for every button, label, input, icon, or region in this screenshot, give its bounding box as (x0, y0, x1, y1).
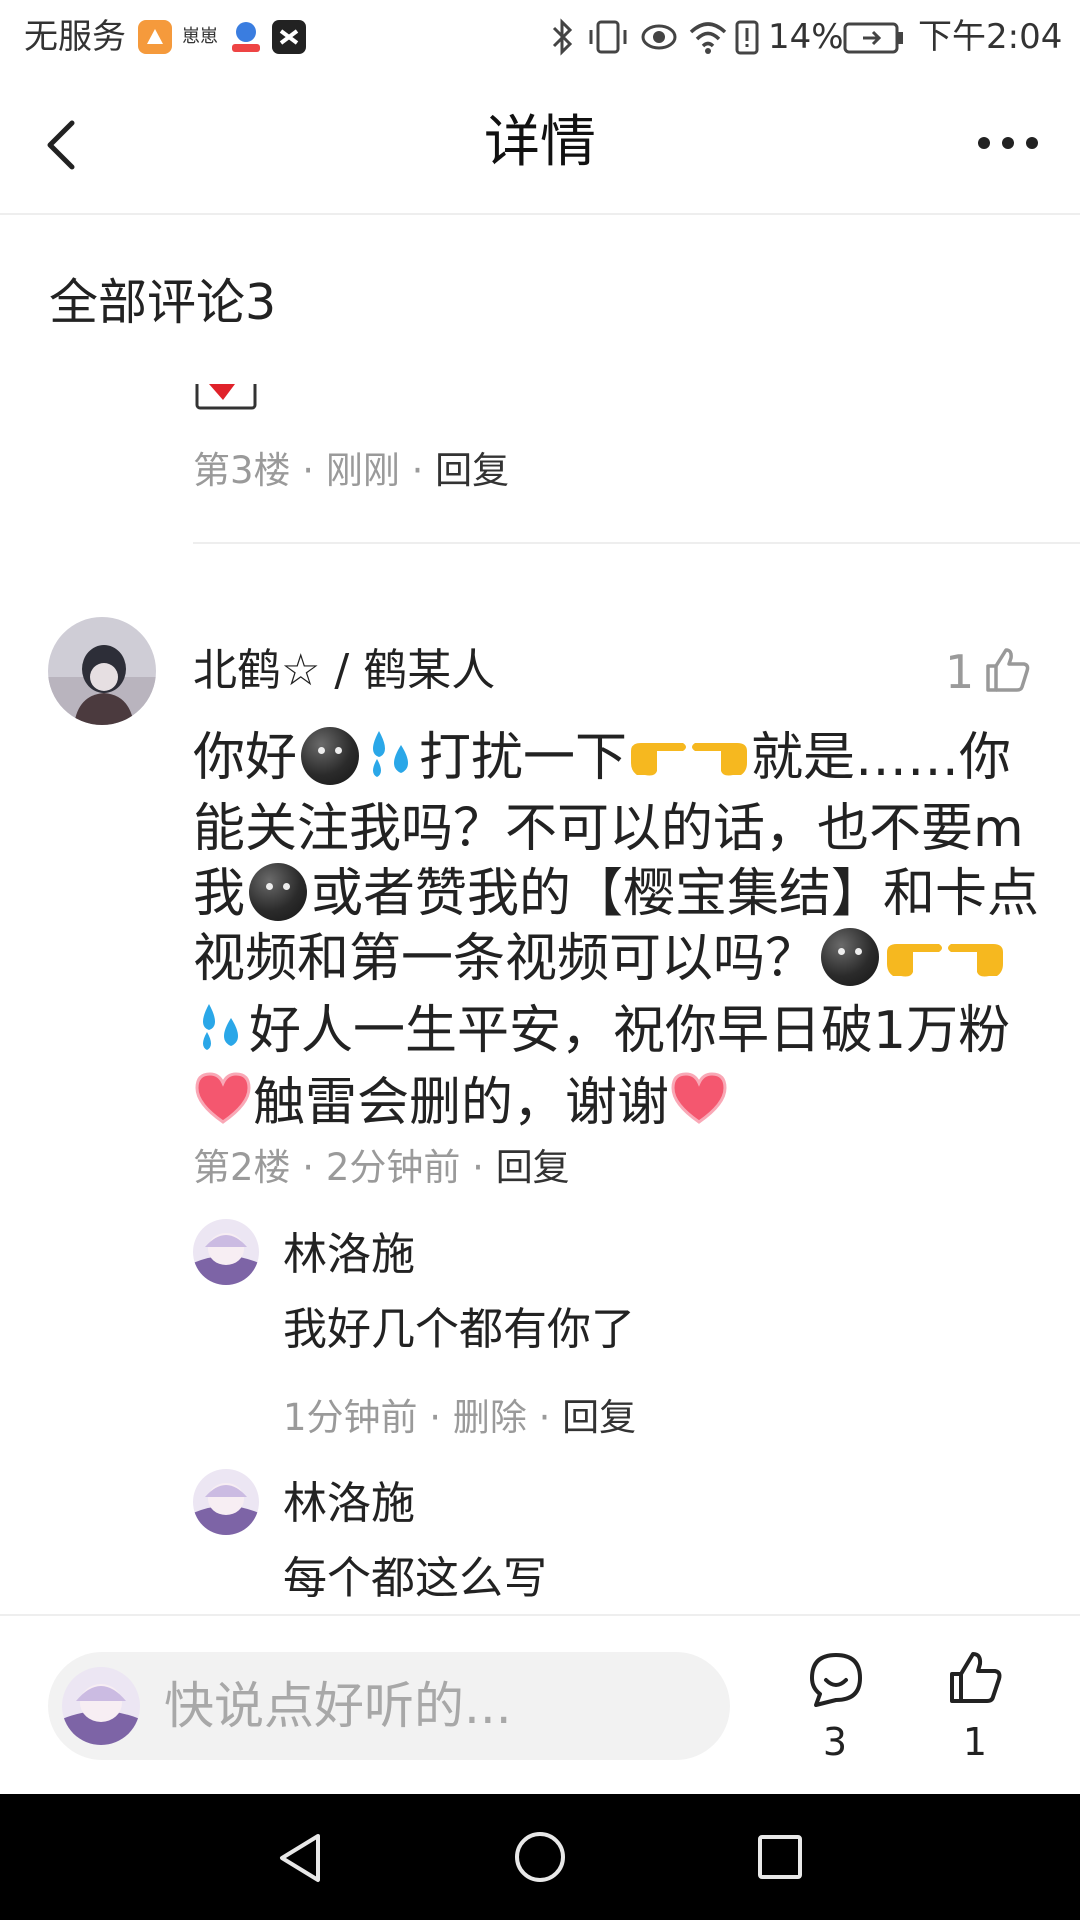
reply-button[interactable]: 回复 (562, 1396, 636, 1439)
point-left-emoji (689, 731, 751, 797)
comment-divider (193, 542, 1080, 544)
reply-text: 每个都这么写 (283, 1553, 547, 1604)
like-count: 1 (962, 1720, 988, 1764)
thumbs-up-icon[interactable] (982, 644, 1032, 694)
reply-meta: 1分钟前 · 删除 · 回复 (283, 1393, 636, 1443)
point-left-emoji (945, 932, 1007, 998)
carrier-label: 无服务 (24, 17, 126, 57)
comment-count: 3 (822, 1720, 848, 1764)
heart-emoji (669, 1070, 729, 1142)
battery-percent: 14% (768, 17, 844, 57)
dark-face-emoji (249, 863, 308, 921)
comment-username[interactable]: 北鹤☆ / 鹤某人 (193, 640, 495, 702)
comment-text: 你好 (193, 728, 298, 788)
system-navigation-bar (0, 1794, 1080, 1920)
sweat-drops-emoji (363, 725, 419, 797)
point-right-emoji (627, 731, 689, 797)
meta-separator: · (417, 1396, 453, 1439)
dark-face-emoji (821, 928, 880, 986)
clock: 下午2:04 (918, 17, 1063, 57)
comment-input-placeholder: 快说点好听的... (164, 1677, 512, 1735)
comment-input-bar: 快说点好听的... 3 1 (0, 1614, 1080, 1796)
floor-label: 第3楼 (193, 449, 291, 492)
eye-comfort-icon (641, 24, 677, 50)
meta-separator: · (526, 1396, 563, 1439)
wifi-icon (689, 22, 727, 54)
comment-body: 你好 打扰一下 就是……你能关注我吗？不可以的话，也不要m我 或者赞我的【樱宝集结】和… (193, 725, 1043, 1142)
more-icon[interactable] (975, 133, 1041, 153)
nav-recents-icon[interactable] (757, 1834, 803, 1880)
floor-label: 第2楼 (193, 1146, 291, 1189)
scrolled-emoji-fragment (195, 384, 257, 410)
delete-button[interactable]: 删除 (453, 1396, 527, 1439)
reply-button[interactable]: 回复 (435, 449, 509, 492)
page-title: 详情 (484, 110, 596, 175)
battery-icon (843, 22, 903, 54)
reply-text: 我好几个都有你了 (283, 1304, 635, 1355)
sweat-drops-emoji (193, 998, 249, 1070)
point-right-emoji (883, 932, 945, 998)
thumbs-up-icon[interactable] (946, 1648, 1004, 1706)
app-notification-label: 崽崽 (182, 26, 218, 47)
meta-separator: · (399, 449, 436, 492)
comment-text: 打扰一下 (419, 728, 628, 788)
comment-time: 2分钟前 (325, 1146, 461, 1189)
baidu-icon (232, 22, 260, 52)
comment-text: 好人一生平安，祝你早日破1万粉 (249, 1001, 1011, 1061)
dark-face-emoji (301, 727, 360, 785)
comments-section-title: 全部评论3 (49, 274, 277, 331)
vibrate-icon (589, 20, 627, 54)
reply-avatar[interactable] (193, 1469, 259, 1535)
reply-username[interactable]: 林洛施 (283, 1474, 415, 1534)
bluetooth-icon (552, 18, 573, 56)
reply-username[interactable]: 林洛施 (283, 1225, 415, 1285)
comment-time: 刚刚 (325, 449, 400, 492)
heart-emoji (193, 1070, 253, 1142)
reply-time: 1分钟前 (283, 1396, 418, 1439)
comment-like-count: 1 (945, 645, 975, 699)
comment-input[interactable]: 快说点好听的... (48, 1652, 730, 1760)
nav-home-icon[interactable] (514, 1830, 566, 1884)
current-user-avatar (62, 1667, 140, 1745)
avatar[interactable] (48, 617, 156, 725)
app-notification-icon (138, 20, 172, 54)
comment-meta-floor-2: 第2楼 · 2分钟前 · 回复 (193, 1143, 570, 1193)
capcut-icon (272, 20, 306, 54)
reply-button[interactable]: 回复 (496, 1146, 570, 1189)
nav-back-icon[interactable] (276, 1832, 326, 1884)
meta-separator: · (460, 1146, 496, 1189)
reply-avatar[interactable] (193, 1219, 259, 1285)
battery-alert-icon (735, 20, 759, 55)
meta-separator: · (290, 449, 326, 492)
comment-meta-floor-3: 第3楼 · 刚刚 · 回复 (193, 446, 509, 496)
comment-icon[interactable] (806, 1650, 866, 1710)
status-bar: 无服务 崽崽 14% 下午2:04 (0, 0, 1080, 75)
top-navigation-bar: 详情 (0, 75, 1080, 215)
comment-text: 触雷会删的，谢谢 (253, 1073, 670, 1133)
meta-separator: · (290, 1146, 326, 1189)
